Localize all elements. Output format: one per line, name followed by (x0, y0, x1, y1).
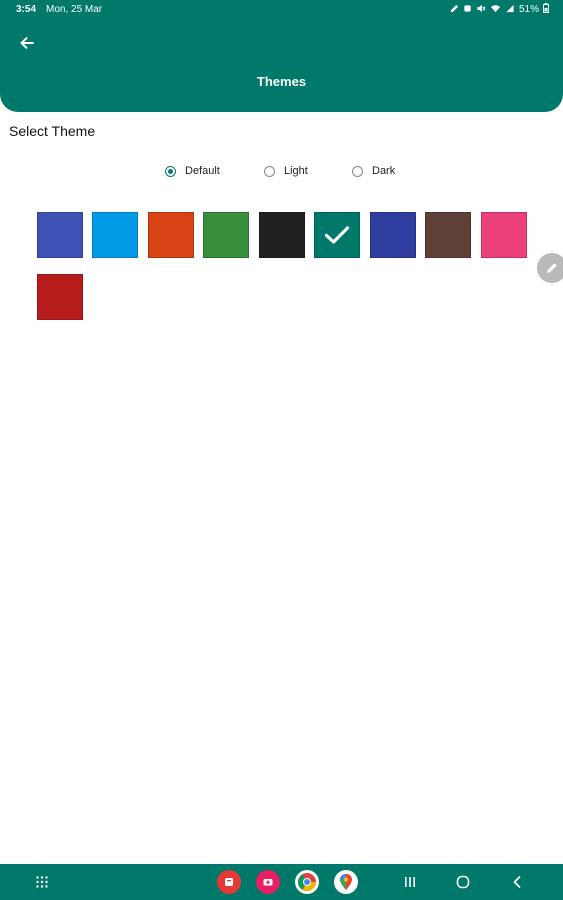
back-icon (513, 876, 521, 888)
checkmark-icon (324, 226, 350, 244)
status-icons: 51% (450, 3, 549, 16)
color-swatch-indigo[interactable] (37, 212, 83, 258)
color-swatch-black[interactable] (259, 212, 305, 258)
pen-status-icon (450, 4, 459, 16)
system-back-button[interactable] (505, 870, 529, 894)
home-icon (456, 875, 470, 889)
radio-light-label: Light (284, 165, 308, 177)
chrome-icon (298, 873, 316, 892)
back-button[interactable] (14, 32, 40, 54)
battery-icon (543, 3, 549, 16)
status-bar: 3:54 Mon, 25 Mar 51% (0, 0, 563, 20)
color-swatch-teal-selected[interactable] (314, 212, 360, 258)
alarm-icon (463, 4, 472, 16)
apps-grid-icon (36, 876, 48, 888)
recents-button[interactable] (398, 870, 422, 894)
radio-dark-label: Dark (372, 165, 396, 177)
radio-light-indicator[interactable] (264, 165, 275, 177)
radio-default-indicator[interactable] (165, 165, 176, 177)
system-navigation-bar (0, 864, 563, 900)
battery-level: 51% (518, 4, 539, 15)
color-swatch-dark-indigo[interactable] (370, 212, 416, 258)
home-button[interactable] (451, 870, 475, 894)
recents-icon (405, 877, 415, 887)
pink-app-shortcut[interactable] (256, 870, 280, 894)
maps-icon (340, 874, 352, 890)
red-app-icon (225, 878, 233, 886)
wifi-icon (490, 4, 501, 16)
color-swatch-deep-orange[interactable] (148, 212, 194, 258)
floating-edit-handle[interactable] (537, 253, 563, 283)
color-swatch-pink[interactable] (481, 212, 527, 258)
pink-app-icon (263, 879, 273, 886)
radio-option-default[interactable]: Default (165, 165, 220, 177)
chrome-shortcut[interactable] (295, 870, 319, 894)
status-date: Mon, 25 Mar (46, 4, 103, 15)
theme-mode-radio-group: Default Light Dark (0, 165, 563, 185)
pencil-icon (547, 263, 557, 273)
radio-dark-indicator[interactable] (352, 165, 363, 177)
signal-icon (505, 4, 515, 16)
apps-grid-button[interactable] (30, 870, 54, 894)
color-swatch-light-blue[interactable] (92, 212, 138, 258)
red-app-shortcut[interactable] (217, 870, 241, 894)
color-swatch-green[interactable] (203, 212, 249, 258)
radio-option-light[interactable]: Light (264, 165, 308, 177)
arrow-left-icon (20, 37, 34, 49)
radio-default-label: Default (185, 165, 220, 177)
color-swatch-brown[interactable] (425, 212, 471, 258)
status-time: 3:54 (16, 4, 37, 15)
mute-icon (476, 4, 486, 16)
app-header: 3:54 Mon, 25 Mar 51% Themes (0, 0, 563, 112)
maps-shortcut[interactable] (334, 870, 358, 894)
radio-option-dark[interactable]: Dark (352, 165, 395, 177)
color-swatch-red[interactable] (37, 274, 83, 320)
select-theme-heading: Select Theme (9, 123, 96, 139)
page-title: Themes (256, 74, 307, 89)
